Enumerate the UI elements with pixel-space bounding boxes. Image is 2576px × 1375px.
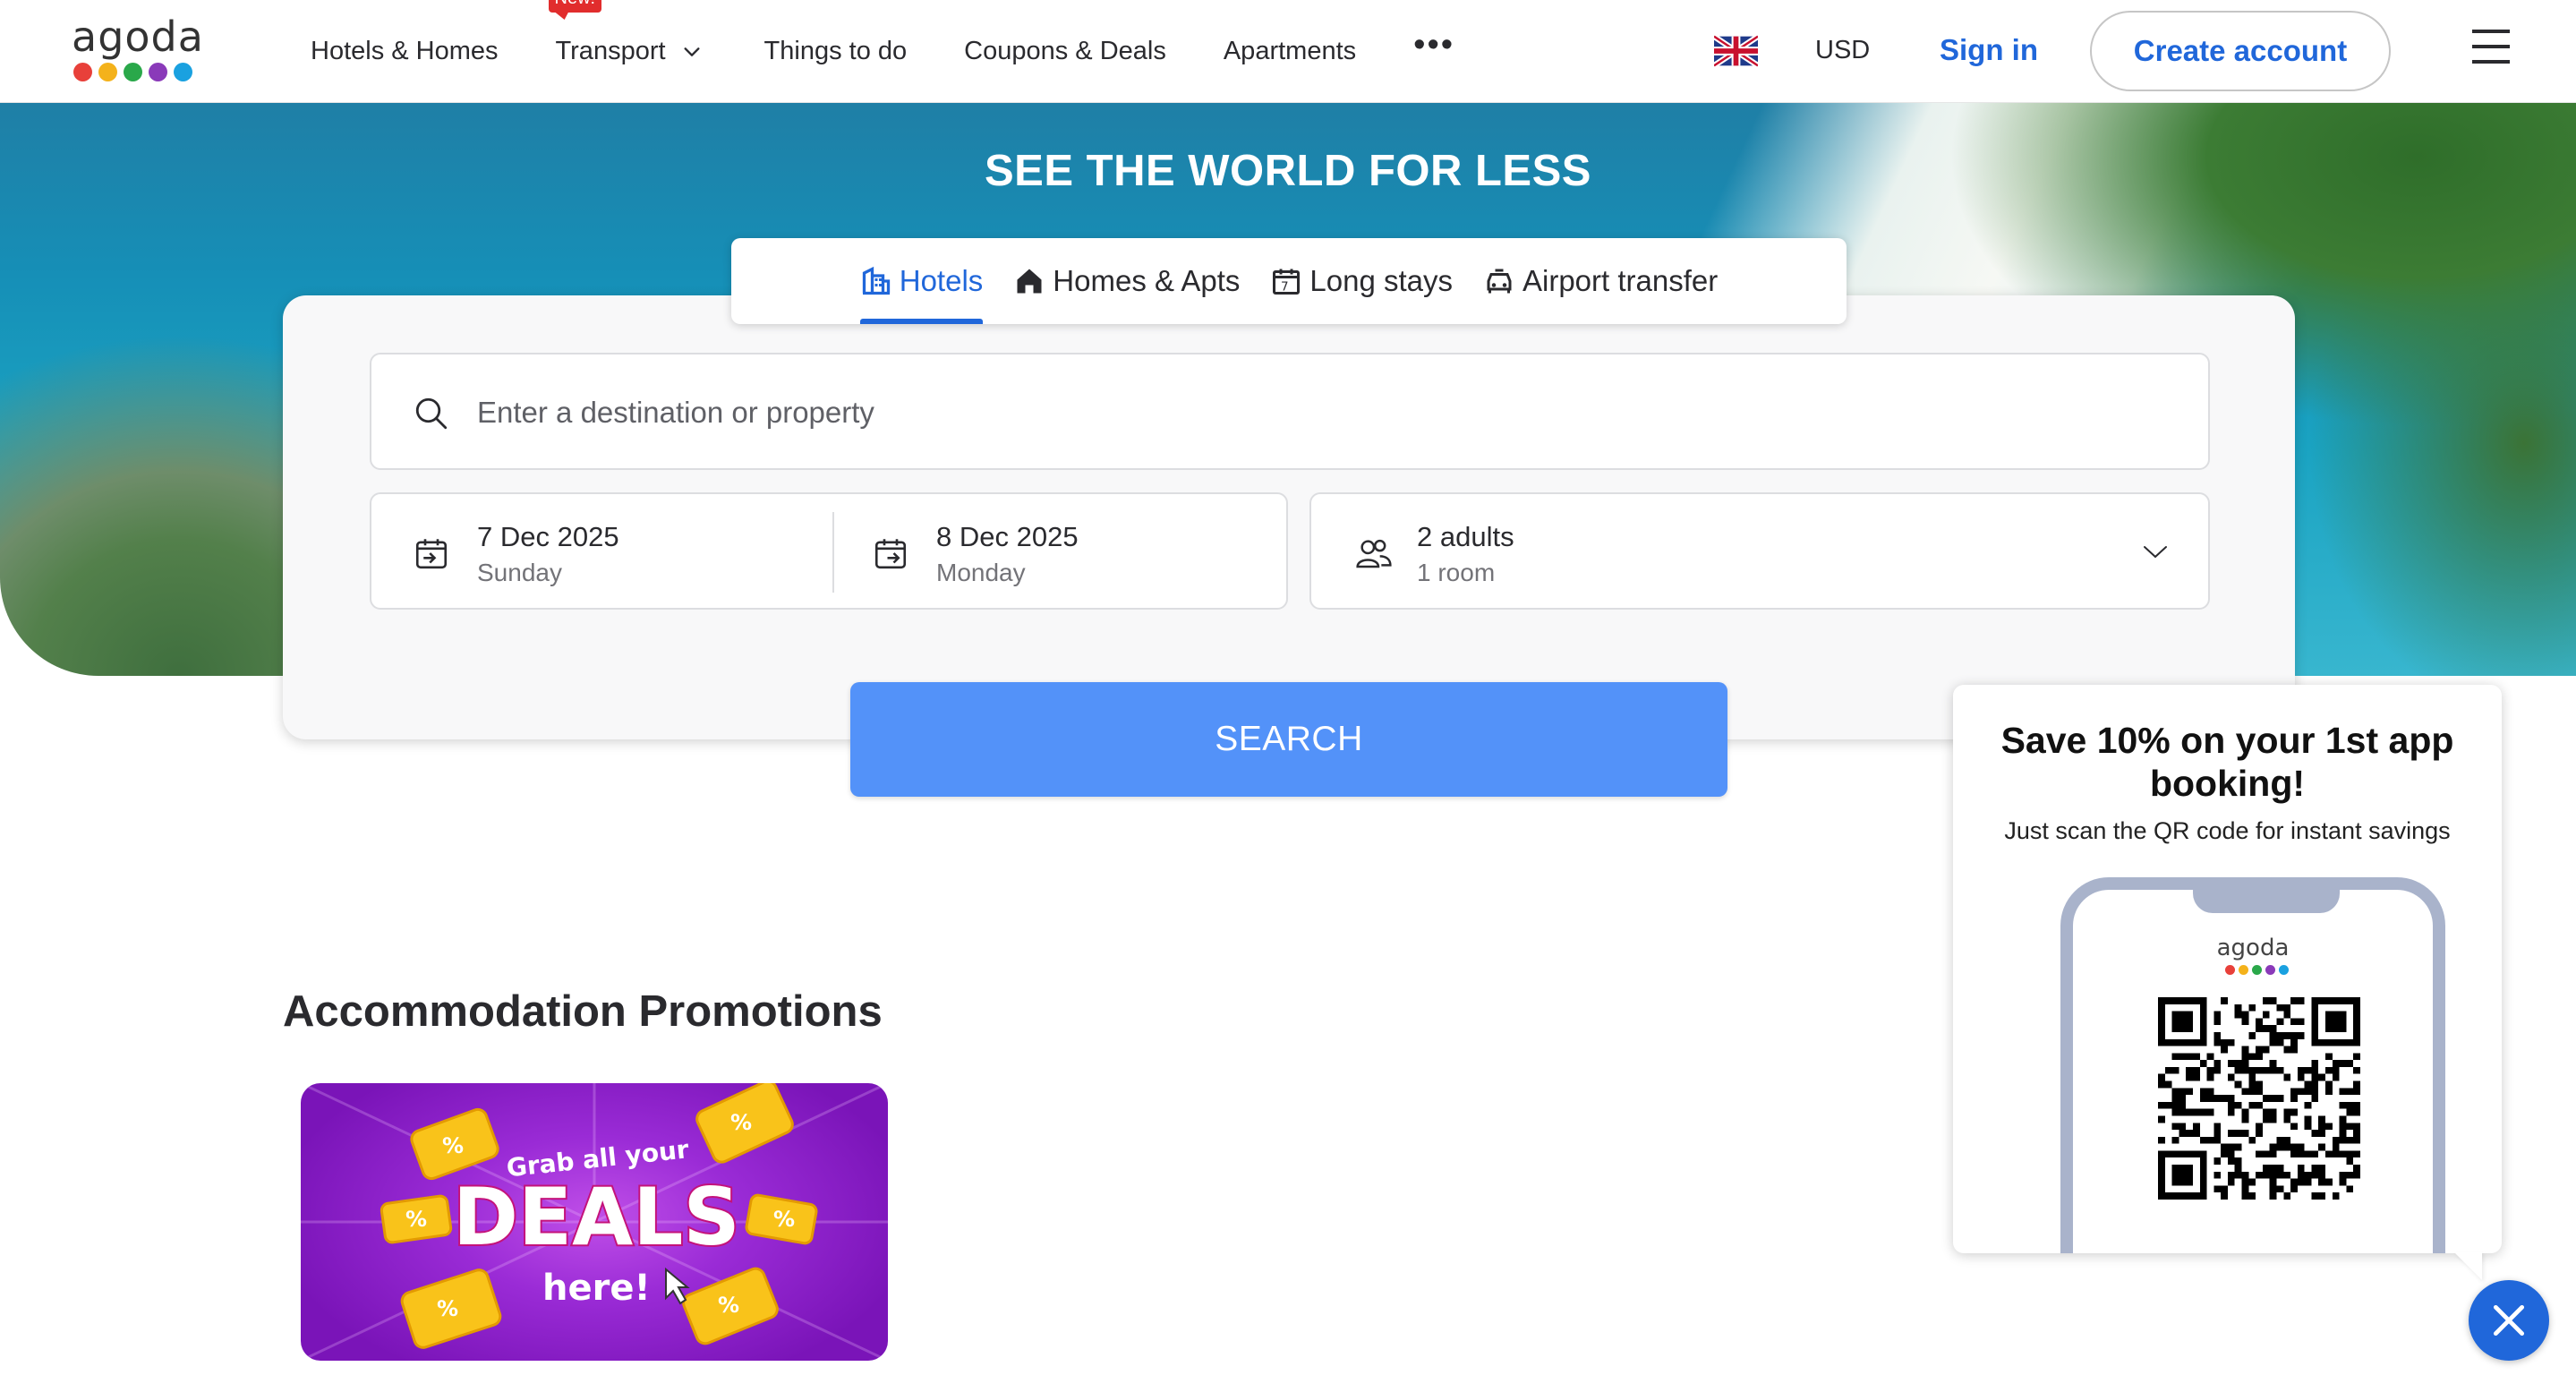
nav-label: Hotels & Homes	[311, 37, 499, 65]
uk-flag-icon[interactable]	[1714, 35, 1758, 67]
nav-hotels-homes[interactable]: Hotels & Homes	[311, 37, 499, 66]
svg-text:%: %	[437, 1296, 458, 1321]
check-in-field[interactable]: 7 Dec 2025 Sunday	[371, 494, 832, 608]
logo-dot	[124, 63, 142, 81]
nav-transport[interactable]: New! Transport	[548, 0, 702, 66]
search-button[interactable]: SEARCH	[850, 682, 1727, 797]
logo-dots	[73, 63, 192, 81]
qr-code-image	[2158, 997, 2360, 1200]
logo-dot	[174, 63, 192, 81]
svg-text:%: %	[730, 1110, 752, 1135]
nav-coupons-deals[interactable]: Coupons & Deals	[964, 37, 1166, 66]
app-promo-subtitle: Just scan the QR code for instant saving…	[2004, 817, 2451, 844]
rooms-count: 1 room	[1417, 559, 1496, 586]
logo-dot	[73, 63, 92, 81]
tab-label: Airport transfer	[1523, 264, 1719, 297]
hotel-building-icon	[862, 266, 890, 295]
tab-homes-apts[interactable]: Homes & Apts	[1013, 238, 1240, 324]
date-picker[interactable]: 7 Dec 2025 Sunday 8 Dec 2025 Monday	[370, 492, 1288, 610]
check-out-date: 8 Dec 2025	[936, 521, 1079, 552]
agoda-logo[interactable]: agoda	[72, 13, 206, 88]
create-account-button[interactable]: Create account	[2090, 11, 2391, 91]
hamburger-menu-icon[interactable]	[2472, 30, 2510, 65]
tab-label: Long stays	[1309, 264, 1453, 297]
nav-label: Apartments	[1223, 37, 1357, 65]
chevron-down-icon	[684, 47, 700, 56]
check-out-day: Monday	[936, 559, 1026, 586]
sign-in-link[interactable]: Sign in	[1940, 33, 2038, 67]
svg-text:%: %	[442, 1133, 464, 1158]
phone-logo-dots	[2225, 965, 2289, 975]
nav-things-to-do[interactable]: Things to do	[764, 37, 908, 66]
deals-promo-card[interactable]: %%%%%% Grab all your DEALS here!	[301, 1083, 888, 1361]
check-out-calendar-icon	[874, 539, 907, 569]
app-promo-title: Save 10% on your 1st app booking!	[2000, 720, 2454, 804]
chevron-down-icon	[2144, 546, 2167, 559]
deals-promo-art: %%%%%% Grab all your DEALS here!	[301, 1083, 888, 1361]
tab-long-stays[interactable]: 7 Long stays	[1270, 238, 1453, 324]
tab-label: Hotels	[899, 264, 984, 297]
currency-selector[interactable]: USD	[1815, 36, 1870, 65]
logo-dot	[98, 63, 117, 81]
new-badge: New!	[548, 0, 602, 13]
search-icon	[415, 397, 448, 430]
phone-agoda-logo: agoda	[2216, 935, 2290, 961]
check-out-field[interactable]: 8 Dec 2025 Monday	[831, 494, 1286, 608]
more-menu-button[interactable]: •••	[1413, 26, 1454, 64]
nav-label: Coupons & Deals	[964, 37, 1166, 65]
calendar-7-icon: 7	[1273, 269, 1301, 295]
house-icon	[1017, 269, 1042, 294]
promo-line3: here!	[542, 1268, 651, 1309]
svg-text:%: %	[718, 1293, 739, 1318]
guests-selector[interactable]: 2 adults 1 room	[1309, 492, 2210, 610]
tab-hotels[interactable]: Hotels	[859, 238, 984, 324]
nav-label: Transport	[555, 37, 666, 65]
phone-illustration: agoda	[2060, 877, 2445, 1253]
people-icon	[1356, 539, 1392, 568]
nav-label: Things to do	[763, 37, 908, 65]
nav-apartments[interactable]: Apartments	[1224, 37, 1356, 66]
close-popup-button[interactable]	[2469, 1280, 2549, 1361]
svg-text:%: %	[405, 1207, 427, 1232]
car-icon	[1487, 269, 1512, 294]
check-in-day: Sunday	[477, 559, 562, 586]
guests-count: 2 adults	[1417, 521, 1514, 552]
check-in-calendar-icon	[415, 539, 448, 569]
destination-input[interactable]	[477, 381, 2178, 444]
close-icon	[2493, 1304, 2525, 1337]
main-nav: Hotels & Homes New! Transport Things to …	[311, 0, 1512, 103]
top-header: agoda Hotels & Homes New! Transport Thin…	[0, 0, 2576, 103]
promo-line2: DEALS	[453, 1171, 740, 1263]
check-in-date: 7 Dec 2025	[477, 521, 619, 552]
app-qr-popup: Save 10% on your 1st app booking! Just s…	[1953, 685, 2502, 1253]
destination-field[interactable]	[370, 353, 2210, 470]
svg-text:%: %	[773, 1207, 795, 1232]
svg-text:7: 7	[1281, 280, 1289, 295]
promotions-heading: Accommodation Promotions	[283, 987, 883, 1036]
hero-title: SEE THE WORLD FOR LESS	[985, 147, 1591, 195]
tab-airport-transfer[interactable]: Airport transfer	[1483, 238, 1718, 324]
logo-dot	[149, 63, 167, 81]
search-tabs: Hotels Homes & Apts 7 Long stays Airport…	[731, 238, 1847, 324]
logo-wordmark: agoda	[72, 13, 204, 61]
phone-notch	[2193, 877, 2340, 913]
tab-label: Homes & Apts	[1053, 264, 1241, 297]
